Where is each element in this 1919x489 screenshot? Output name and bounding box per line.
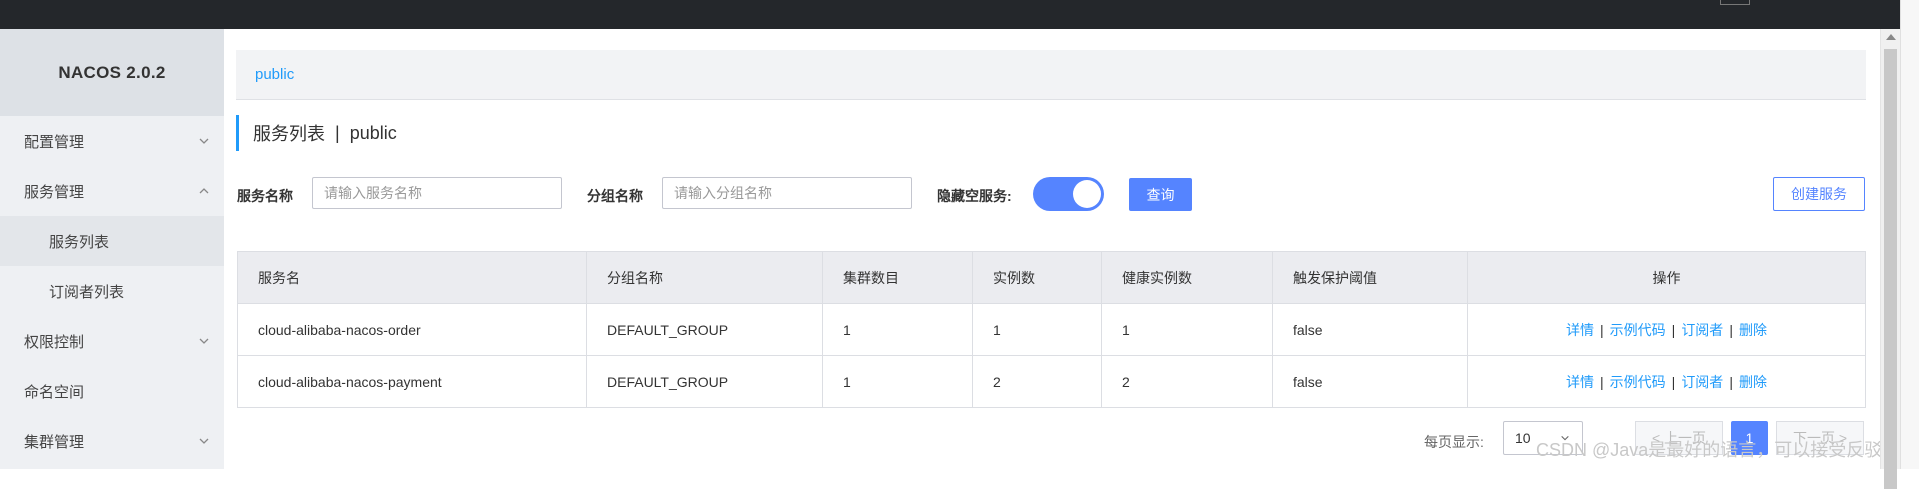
chevron-down-icon [199, 438, 209, 444]
chevron-down-icon [199, 338, 209, 344]
sidebar-item-service-management[interactable]: 服务管理 [0, 166, 224, 216]
cell-operations: 详情 | 示例代码 | 订阅者 | 删除 [1467, 303, 1866, 356]
table-header-row: 服务名 分组名称 集群数目 实例数 健康实例数 触发保护阈值 操作 [237, 251, 1866, 304]
column-header-cluster-count[interactable]: 集群数目 [822, 251, 973, 304]
sidebar-item-config-management[interactable]: 配置管理 [0, 116, 224, 166]
cell-instance-count: 1 [972, 303, 1102, 356]
delete-link[interactable]: 删除 [1739, 374, 1767, 390]
sidebar-item-subscriber-list[interactable]: 订阅者列表 [0, 266, 224, 316]
table-row: cloud-alibaba-nacos-payment DEFAULT_GROU… [237, 355, 1866, 408]
subscribers-link[interactable]: 订阅者 [1681, 322, 1723, 338]
column-header-operations: 操作 [1467, 251, 1866, 304]
details-link[interactable]: 详情 [1566, 374, 1594, 390]
chevron-up-icon [199, 188, 209, 194]
chevron-down-icon [199, 138, 209, 144]
sidebar-item-label: 订阅者列表 [49, 283, 125, 301]
brand-logo: NACOS 2.0.2 [0, 29, 224, 116]
page-title-namespace: public [349, 122, 397, 143]
toggle-knob [1073, 180, 1101, 208]
action-separator: | [1671, 321, 1676, 338]
sidebar-item-service-list[interactable]: 服务列表 [0, 216, 224, 266]
table-row: cloud-alibaba-nacos-order DEFAULT_GROUP … [237, 303, 1866, 356]
top-header-bar [0, 0, 1900, 29]
query-button[interactable]: 查询 [1129, 178, 1192, 211]
details-link[interactable]: 详情 [1566, 322, 1594, 338]
breadcrumb: public [236, 50, 1866, 100]
sample-code-link[interactable]: 示例代码 [1610, 322, 1666, 338]
delete-link[interactable]: 删除 [1739, 322, 1767, 338]
window-edge [1900, 0, 1919, 469]
watermark: CSDN @Java是最好的语言，可以接受反驳 [1536, 440, 1883, 460]
sidebar: NACOS 2.0.2 配置管理 服务管理 服务列表 订阅者列表 权限控制 命名… [0, 29, 224, 469]
column-header-group-name[interactable]: 分组名称 [586, 251, 823, 304]
cell-instance-count: 2 [972, 355, 1102, 408]
column-header-protect-threshold[interactable]: 触发保护阈值 [1272, 251, 1468, 304]
scroll-up-arrow-icon[interactable] [1886, 34, 1896, 40]
scrollbar-thumb[interactable] [1884, 49, 1897, 489]
cell-protect-threshold: false [1272, 303, 1468, 356]
sidebar-item-label: 命名空间 [24, 383, 85, 401]
action-separator: | [1600, 321, 1604, 338]
hide-empty-services-label: 隐藏空服务: [937, 188, 1012, 204]
action-separator: | [1671, 373, 1676, 390]
column-header-service-name[interactable]: 服务名 [237, 251, 587, 304]
cell-healthy-instance-count: 2 [1101, 355, 1273, 408]
sidebar-item-namespace[interactable]: 命名空间 [0, 366, 224, 416]
cell-group-name: DEFAULT_GROUP [586, 303, 823, 356]
sidebar-item-label: 权限控制 [24, 333, 85, 351]
page-title: 服务列表 | public [236, 115, 397, 151]
page-title-separator: | [335, 122, 340, 143]
cell-service-name: cloud-alibaba-nacos-payment [237, 355, 587, 408]
create-service-button[interactable]: 创建服务 [1773, 177, 1865, 211]
service-name-input[interactable] [312, 177, 562, 209]
cell-healthy-instance-count: 1 [1101, 303, 1273, 356]
service-name-label: 服务名称 [237, 188, 293, 204]
sidebar-item-label: 服务管理 [24, 183, 85, 201]
group-name-label: 分组名称 [587, 188, 643, 204]
sidebar-item-label: 服务列表 [49, 233, 110, 251]
action-separator: | [1729, 373, 1733, 390]
subscribers-link[interactable]: 订阅者 [1681, 374, 1723, 390]
action-separator: | [1600, 373, 1604, 390]
breadcrumb-namespace[interactable]: public [255, 66, 294, 83]
cell-cluster-count: 1 [822, 303, 973, 356]
header-user-menu[interactable] [1720, 0, 1750, 5]
sidebar-item-cluster-management[interactable]: 集群管理 [0, 416, 224, 466]
page-title-text: 服务列表 [253, 124, 325, 144]
column-header-healthy-instance-count[interactable]: 健康实例数 [1101, 251, 1273, 304]
cell-service-name: cloud-alibaba-nacos-order [237, 303, 587, 356]
cell-operations: 详情 | 示例代码 | 订阅者 | 删除 [1467, 355, 1866, 408]
page-size-value: 10 [1515, 430, 1531, 446]
cell-protect-threshold: false [1272, 355, 1468, 408]
page-size-label: 每页显示: [1424, 434, 1484, 450]
action-separator: | [1729, 321, 1733, 338]
cell-cluster-count: 1 [822, 355, 973, 408]
cell-group-name: DEFAULT_GROUP [586, 355, 823, 408]
sample-code-link[interactable]: 示例代码 [1610, 374, 1666, 390]
sidebar-item-label: 集群管理 [24, 433, 85, 451]
group-name-input[interactable] [662, 177, 912, 209]
column-header-instance-count[interactable]: 实例数 [972, 251, 1102, 304]
sidebar-item-access-control[interactable]: 权限控制 [0, 316, 224, 366]
vertical-scrollbar[interactable] [1880, 29, 1901, 489]
service-table: 服务名 分组名称 集群数目 实例数 健康实例数 触发保护阈值 操作 cloud-… [237, 251, 1866, 408]
hide-empty-services-toggle[interactable] [1033, 177, 1104, 211]
sidebar-item-label: 配置管理 [24, 133, 85, 151]
